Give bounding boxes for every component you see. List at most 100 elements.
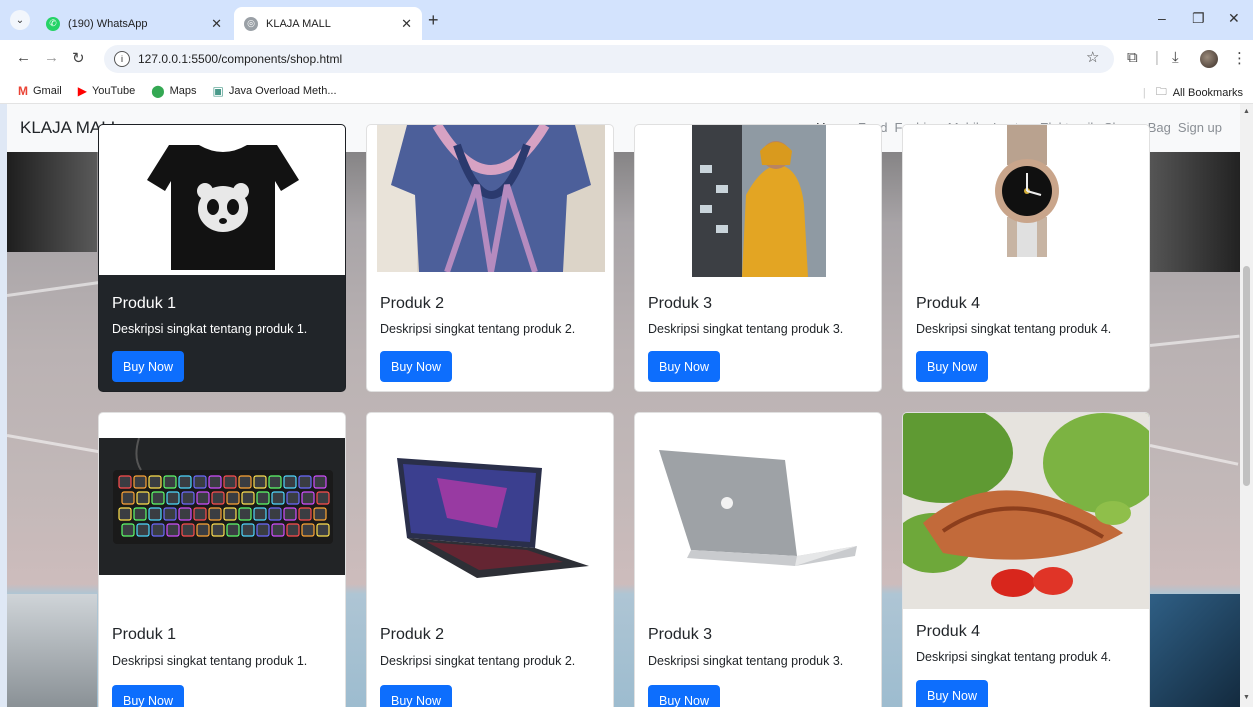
product-description: Deskripsi singkat tentang produk 1. (112, 322, 308, 336)
product-card: Produk 1 Deskripsi singkat tentang produ… (98, 412, 346, 707)
product-title: Produk 1 (112, 295, 177, 312)
bookmark-label: YouTube (91, 84, 136, 97)
browser-toolbar: ← → ↻ i 127.0.0.1:5500/components/shop.h… (0, 40, 1253, 78)
buy-now-button[interactable]: Buy Now (648, 685, 720, 707)
product-description: Deskripsi singkat tentang produk 3. (648, 322, 844, 336)
page-viewport: KLAJA MALL Home Food Fashion Mobile Lapt… (7, 104, 1240, 707)
tab-title: KLAJA MALL (266, 17, 331, 30)
profile-avatar[interactable] (1200, 50, 1218, 68)
product-card: Produk 2 Deskripsi singkat tentang produ… (366, 124, 614, 392)
scroll-down-icon[interactable]: ▼ (1243, 694, 1250, 701)
product-image-rgb-keyboard (99, 438, 345, 575)
bookmark-maps[interactable]: ⬤ Maps (151, 84, 196, 98)
buy-now-button[interactable]: Buy Now (112, 685, 184, 707)
reload-icon[interactable]: ↻ (72, 49, 85, 67)
tab-klaja-mall[interactable]: ◎ KLAJA MALL ✕ (234, 7, 422, 40)
product-description: Deskripsi singkat tentang produk 4. (916, 650, 1112, 664)
extensions-icon[interactable]: ⧉ (1127, 49, 1138, 66)
buy-now-button[interactable]: Buy Now (380, 351, 452, 382)
product-title: Produk 4 (916, 295, 981, 312)
scroll-thumb[interactable] (1243, 266, 1250, 486)
product-title: Produk 4 (916, 623, 981, 640)
all-bookmarks-button[interactable]: | 🗀 All Bookmarks (1143, 83, 1243, 102)
chevron-down-icon: ⌄ (15, 14, 25, 26)
divider: | (1155, 49, 1159, 66)
bookmark-gmail[interactable]: M Gmail (18, 84, 62, 98)
product-description: Deskripsi singkat tentang produk 2. (380, 654, 576, 668)
page-icon: ▣ (212, 83, 224, 98)
divider: | (1142, 86, 1146, 99)
product-card: Produk 3 Deskripsi singkat tentang produ… (634, 412, 882, 707)
product-title: Produk 2 (380, 295, 445, 312)
maps-icon: ⬤ (151, 83, 165, 98)
nav-sign-up[interactable]: Sign up (1178, 120, 1222, 135)
buy-now-button[interactable]: Buy Now (648, 351, 720, 382)
product-description: Deskripsi singkat tentang produk 3. (648, 654, 844, 668)
restore-icon[interactable]: ❐ (1192, 10, 1205, 27)
product-card: Produk 2 Deskripsi singkat tentang produ… (366, 412, 614, 707)
product-card: Produk 1 Deskripsi singkat tentang produ… (98, 124, 346, 392)
buy-now-button[interactable]: Buy Now (916, 680, 988, 707)
minimize-icon[interactable]: – (1158, 10, 1166, 26)
product-card: Produk 4 Deskripsi singkat tentang produ… (902, 412, 1150, 707)
background-decoration (1150, 594, 1240, 707)
product-image-yellow-hoodie (692, 125, 826, 277)
bookmark-youtube[interactable]: ▶ YouTube (78, 84, 135, 98)
tab-title: (190) WhatsApp (68, 17, 148, 30)
product-title: Produk 1 (112, 626, 177, 643)
menu-kebab-icon[interactable]: ⋮ (1232, 49, 1247, 67)
product-description: Deskripsi singkat tentang produk 4. (916, 322, 1112, 336)
gmail-icon: M (18, 83, 28, 98)
back-icon[interactable]: ← (16, 49, 31, 66)
all-bookmarks-label: All Bookmarks (1172, 86, 1243, 99)
product-title: Produk 3 (648, 626, 713, 643)
tab-whatsapp[interactable]: ✆ (190) WhatsApp ✕ (36, 7, 232, 40)
tab-search-button[interactable]: ⌄ (10, 10, 30, 30)
bookmark-star-icon[interactable]: ☆ (1086, 48, 1099, 66)
url-text: 127.0.0.1:5500/components/shop.html (138, 52, 343, 66)
close-icon[interactable]: ✕ (211, 16, 222, 32)
background-decoration (7, 280, 102, 297)
product-title: Produk 3 (648, 295, 713, 312)
globe-icon: ◎ (244, 16, 258, 31)
buy-now-button[interactable]: Buy Now (916, 351, 988, 382)
address-bar[interactable]: i 127.0.0.1:5500/components/shop.html (104, 45, 1114, 73)
new-tab-button[interactable]: + (428, 11, 439, 29)
product-description: Deskripsi singkat tentang produk 1. (112, 654, 308, 668)
background-decoration (7, 594, 97, 707)
buy-now-button[interactable]: Buy Now (380, 685, 452, 707)
bookmark-label: Maps (169, 84, 197, 97)
product-image-tie-dye-shirt (377, 125, 605, 272)
bookmarks-bar: M Gmail ▶ YouTube ⬤ Maps ▣ Java Overload… (0, 78, 1253, 104)
product-image-panda-tshirt (99, 125, 345, 275)
scroll-up-icon[interactable]: ▲ (1243, 108, 1250, 115)
folder-icon: 🗀 (1155, 86, 1167, 98)
forward-icon[interactable]: → (44, 49, 59, 66)
download-icon[interactable]: ⤓ (1172, 49, 1179, 66)
close-window-icon[interactable]: ✕ (1228, 10, 1240, 27)
product-card: Produk 3 Deskripsi singkat tentang produ… (634, 124, 882, 392)
whatsapp-icon: ✆ (46, 16, 60, 31)
youtube-icon: ▶ (77, 83, 87, 98)
product-title: Produk 2 (380, 626, 445, 643)
nav-bag[interactable]: Bag (1148, 120, 1171, 135)
page-scrollbar[interactable]: ▲ ▼ (1240, 104, 1253, 707)
close-icon[interactable]: ✕ (401, 16, 412, 32)
buy-now-button[interactable]: Buy Now (112, 351, 184, 382)
background-decoration (7, 152, 97, 252)
product-image-salmon-dish (903, 413, 1149, 609)
site-info-icon[interactable]: i (114, 51, 130, 67)
bookmark-label: Gmail (33, 84, 62, 97)
bookmark-java-overload[interactable]: ▣ Java Overload Meth... (213, 84, 337, 98)
product-image-gaming-laptop (367, 438, 613, 593)
background-decoration (1150, 152, 1240, 272)
product-card: Produk 4 Deskripsi singkat tentang produ… (902, 124, 1150, 392)
product-image-silver-laptop (635, 438, 881, 593)
bookmark-label: Java Overload Meth... (228, 84, 337, 97)
background-decoration (7, 434, 101, 454)
product-image-wristwatch (903, 125, 1149, 275)
tab-strip: ⌄ ✆ (190) WhatsApp ✕ ◎ KLAJA MALL ✕ + – … (0, 0, 1253, 40)
background-decoration (1149, 334, 1240, 347)
product-description: Deskripsi singkat tentang produk 2. (380, 322, 576, 336)
background-decoration (1149, 444, 1239, 466)
